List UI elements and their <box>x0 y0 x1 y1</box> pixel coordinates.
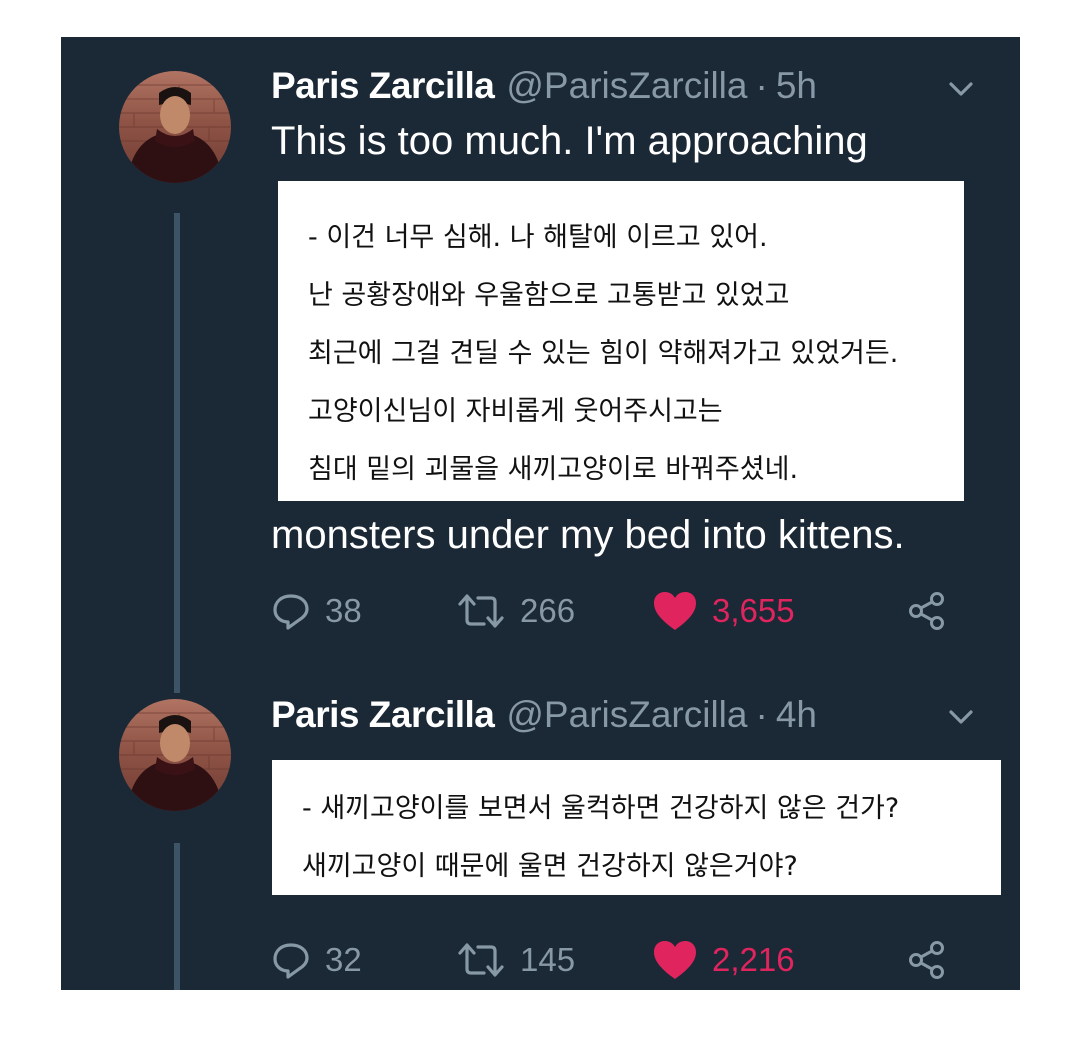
reply-button[interactable]: 32 <box>271 935 362 985</box>
thread-line <box>174 843 180 990</box>
chevron-down-icon[interactable] <box>943 71 979 107</box>
translation-overlay: - 새끼고양이를 보면서 울컥하면 건강하지 않은 건가? 새끼고양이 때문에 … <box>272 760 1001 895</box>
translation-line: 난 공황장애와 우울함으로 고통받고 있었고 <box>308 280 790 311</box>
reply-button[interactable]: 38 <box>271 586 362 636</box>
heart-icon <box>652 939 698 981</box>
retweet-count: 145 <box>520 941 576 978</box>
translation-line: 고양이신님이 자비롭게 웃어주시고는 <box>308 396 723 427</box>
share-button[interactable] <box>907 935 947 985</box>
translation-line: - 새끼고양이를 보면서 울컥하면 건강하지 않은 건가? <box>302 793 900 824</box>
like-count: 2,216 <box>712 941 795 978</box>
translation-line: 새끼고양이 때문에 울면 건강하지 않은거야? <box>302 851 798 882</box>
retweet-icon <box>456 591 506 631</box>
chevron-down-icon[interactable] <box>943 699 979 735</box>
share-icon <box>907 940 947 980</box>
reply-icon <box>271 591 311 631</box>
tweet-text-line: This is too much. I'm approaching <box>271 119 868 163</box>
retweet-button[interactable]: 145 <box>456 935 575 985</box>
timestamp[interactable]: 4h <box>776 694 817 736</box>
reply-count: 32 <box>325 941 362 978</box>
avatar[interactable] <box>119 71 231 183</box>
like-button[interactable]: 3,655 <box>652 586 795 636</box>
tweet-header: Paris Zarcilla @ParisZarcilla · 4h <box>271 690 817 740</box>
tweet-text-line: monsters under my bed into kittens. <box>271 513 905 557</box>
like-count: 3,655 <box>712 592 795 629</box>
user-handle[interactable]: @ParisZarcilla <box>506 694 747 736</box>
heart-icon <box>652 590 698 632</box>
thread-line <box>174 213 180 693</box>
share-icon <box>907 591 947 631</box>
share-button[interactable] <box>907 586 947 636</box>
translation-overlay: - 이건 너무 심해. 나 해탈에 이르고 있어. 난 공황장애와 우울함으로 … <box>278 181 964 501</box>
user-handle[interactable]: @ParisZarcilla <box>506 65 747 107</box>
translation-line: - 이건 너무 심해. 나 해탈에 이르고 있어. <box>308 222 768 253</box>
translation-line: 최근에 그걸 견딜 수 있는 힘이 약해져가고 있었거든. <box>308 338 899 369</box>
retweet-button[interactable]: 266 <box>456 586 575 636</box>
reply-icon <box>271 940 311 980</box>
display-name[interactable]: Paris Zarcilla <box>271 65 495 107</box>
separator-dot: · <box>755 694 768 735</box>
timestamp[interactable]: 5h <box>776 65 817 107</box>
reply-count: 38 <box>325 592 362 629</box>
retweet-icon <box>456 940 506 980</box>
retweet-count: 266 <box>520 592 576 629</box>
display-name[interactable]: Paris Zarcilla <box>271 694 495 736</box>
avatar[interactable] <box>119 699 231 811</box>
like-button[interactable]: 2,216 <box>652 935 795 985</box>
tweet-actions: 38 266 3,655 <box>271 586 971 636</box>
separator-dot: · <box>755 65 768 106</box>
translation-line: 침대 밑의 괴물을 새끼고양이로 바꿔주셨네. <box>308 454 799 485</box>
tweet-actions: 32 145 2,216 <box>271 935 971 985</box>
tweet-header: Paris Zarcilla @ParisZarcilla · 5h <box>271 61 817 111</box>
